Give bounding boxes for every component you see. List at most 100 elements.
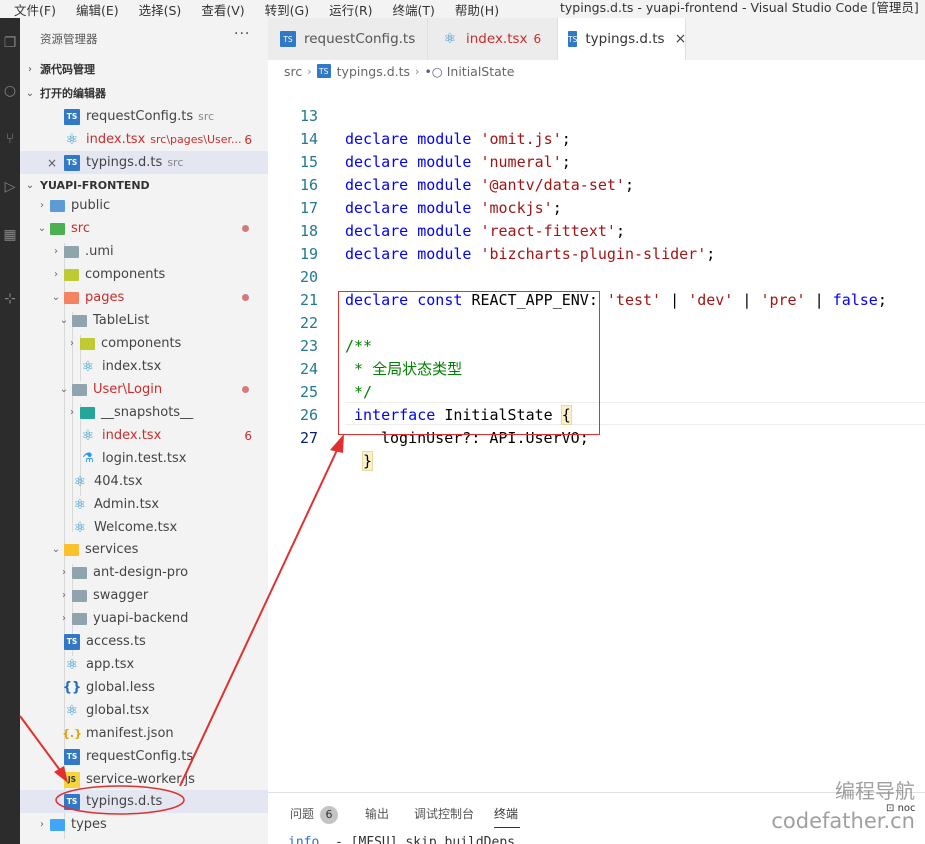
menu-selection[interactable]: 选择(S) — [125, 0, 188, 19]
more-actions-icon[interactable]: ··· — [234, 26, 250, 42]
tree-file-404[interactable]: ⚛ 404.tsx — [20, 470, 268, 493]
folder-icon — [80, 406, 95, 419]
tree-folder-pages[interactable]: ⌄ pages — [20, 286, 268, 309]
folder-icon — [64, 291, 79, 304]
tree-folder-user-login[interactable]: ⌄ User\Login — [20, 378, 268, 401]
close-icon[interactable]: × — [675, 31, 687, 47]
tree-file-app[interactable]: ⚛ app.tsx — [20, 653, 268, 676]
run-debug-icon[interactable]: ▷ — [0, 172, 20, 202]
open-editor-index[interactable]: ⚛ index.tsx src\pages\User... 6 — [20, 128, 268, 151]
menu-help[interactable]: 帮助(H) — [441, 0, 505, 19]
menu-terminal[interactable]: 终端(T) — [379, 0, 441, 19]
modified-dot — [242, 225, 249, 232]
section-project[interactable]: ⌄ YUAPI-FRONTEND — [20, 174, 268, 196]
tree-file-manifest[interactable]: {.} manifest.json — [20, 722, 268, 745]
open-editor-requestconfig[interactable]: TS requestConfig.ts src — [20, 105, 268, 128]
code-line: 16 declare module 'mockjs'; — [268, 151, 925, 217]
log-level: info — [288, 835, 320, 844]
tree-file-service-worker[interactable]: JS service-worker.js — [20, 768, 268, 791]
tree-file-login-index[interactable]: ⚛ index.tsx 6 — [20, 424, 268, 447]
tree-folder-src[interactable]: ⌄ src — [20, 217, 268, 240]
code-line: 21 — [268, 266, 925, 309]
folder-icon — [64, 268, 79, 281]
folder-icon — [64, 245, 79, 258]
tree-file-login-test[interactable]: ⚗ login.test.tsx — [20, 447, 268, 470]
tree-file-welcome[interactable]: ⚛ Welcome.tsx — [20, 516, 268, 539]
tree-label: login.test.tsx — [102, 451, 187, 466]
breadcrumb-symbol[interactable]: InitialState — [447, 64, 515, 79]
close-icon[interactable]: × — [46, 156, 58, 170]
code-line: 20 declare const REACT_APP_ENV: 'test' |… — [268, 243, 925, 309]
tab-typings[interactable]: TS typings.d.ts × — [558, 18, 686, 60]
watermark-line: codefather.cn — [771, 809, 915, 833]
menu-go[interactable]: 转到(G) — [251, 0, 315, 19]
panel-tab-terminal[interactable]: 终端 — [494, 805, 518, 822]
section-source-control[interactable]: › 源代码管理 — [20, 58, 268, 80]
section-open-editors[interactable]: ⌄ 打开的编辑器 — [20, 82, 268, 104]
problem-count-badge: 6 — [320, 806, 339, 824]
ts-icon: TS — [64, 108, 80, 125]
chevron-right-icon: › — [54, 269, 58, 280]
tree-file-global-tsx[interactable]: ⚛ global.tsx — [20, 699, 268, 722]
tree-file-access[interactable]: TS access.ts — [20, 630, 268, 653]
tree-label: services — [85, 542, 139, 557]
panel-tab-problems[interactable]: 问题 6 — [290, 805, 339, 824]
tree-folder-ant-design-pro[interactable]: › ant-design-pro — [20, 561, 268, 584]
modified-dot — [242, 294, 249, 301]
tree-folder-umi[interactable]: › .umi — [20, 240, 268, 263]
folder-icon — [64, 543, 79, 556]
menu-view[interactable]: 查看(V) — [187, 0, 250, 19]
annotation-highlight-box — [338, 291, 600, 435]
tree-label: index.tsx — [102, 428, 162, 443]
js-icon: JS — [64, 771, 80, 788]
tab-label: requestConfig.ts — [304, 31, 416, 47]
tree-file-typings[interactable]: TS typings.d.ts — [20, 790, 268, 813]
tree-file-tablelist-index[interactable]: ⚛ index.tsx — [20, 355, 268, 378]
problem-count-badge: 6 — [244, 428, 252, 443]
tree-file-admin[interactable]: ⚛ Admin.tsx — [20, 493, 268, 516]
open-editor-typings[interactable]: × TS typings.d.ts src — [20, 151, 268, 174]
react-icon: ⚛ — [443, 31, 457, 47]
chevron-right-icon: › — [62, 613, 66, 624]
tree-folder-yuapi-backend[interactable]: › yuapi-backend — [20, 607, 268, 630]
code-editor[interactable]: 13 declare module 'omit.js'; 14 declare … — [268, 82, 925, 792]
ts-icon: TS — [568, 31, 578, 47]
tree-folder-tablelist[interactable]: ⌄ TableList — [20, 309, 268, 332]
tree-folder-swagger[interactable]: › swagger — [20, 584, 268, 607]
ts-icon: TS — [316, 64, 331, 78]
source-control-icon[interactable]: ⑂ — [0, 124, 20, 154]
tab-requestconfig[interactable]: TS requestConfig.ts — [268, 18, 428, 60]
code-line: 18 declare module 'bizcharts-plugin-slid… — [268, 197, 925, 263]
breadcrumb-file[interactable]: typings.d.ts — [337, 64, 410, 79]
folder-icon — [50, 818, 65, 831]
menu-edit[interactable]: 编辑(E) — [62, 0, 125, 19]
tree-folder-types[interactable]: › types — [20, 813, 268, 836]
ts-icon: TS — [280, 31, 296, 47]
ts-icon: TS — [64, 748, 80, 765]
remote-icon[interactable]: ⊹ — [0, 284, 20, 314]
search-icon[interactable]: ○ — [0, 76, 20, 106]
tree-folder-services[interactable]: ⌄ services — [20, 538, 268, 561]
panel-tab-output[interactable]: 输出 — [365, 805, 389, 822]
tree-file-global-less[interactable]: {} global.less — [20, 676, 268, 699]
tree-label: 404.tsx — [94, 474, 143, 489]
extensions-icon[interactable]: ▦ — [0, 220, 20, 250]
braces-icon: {} — [62, 680, 82, 695]
tree-folder-components[interactable]: › components — [20, 263, 268, 286]
panel-tab-debug-console[interactable]: 调试控制台 — [414, 805, 474, 822]
tree-folder-snapshots[interactable]: › __snapshots__ — [20, 401, 268, 424]
tree-label: ant-design-pro — [93, 565, 189, 580]
tree-label: requestConfig.ts — [86, 749, 194, 764]
tab-index[interactable]: ⚛ index.tsx 6 — [428, 18, 558, 60]
react-icon: ⚛ — [73, 496, 87, 513]
tree-file-requestconfig[interactable]: TS requestConfig.ts — [20, 745, 268, 768]
terminal-output: info - [MFSU] skip buildDeps — [288, 835, 515, 844]
tree-folder-public[interactable]: › public — [20, 194, 268, 217]
menu-file[interactable]: 文件(F) — [0, 0, 62, 19]
files-icon[interactable]: ❐ — [0, 28, 20, 58]
code-line: 15 declare module '@antv/data-set'; — [268, 128, 925, 194]
menu-run[interactable]: 运行(R) — [315, 0, 378, 19]
tree-folder-tablelist-components[interactable]: › components — [20, 332, 268, 355]
breadcrumb-folder[interactable]: src — [284, 64, 302, 79]
tree-label: pages — [85, 290, 125, 305]
